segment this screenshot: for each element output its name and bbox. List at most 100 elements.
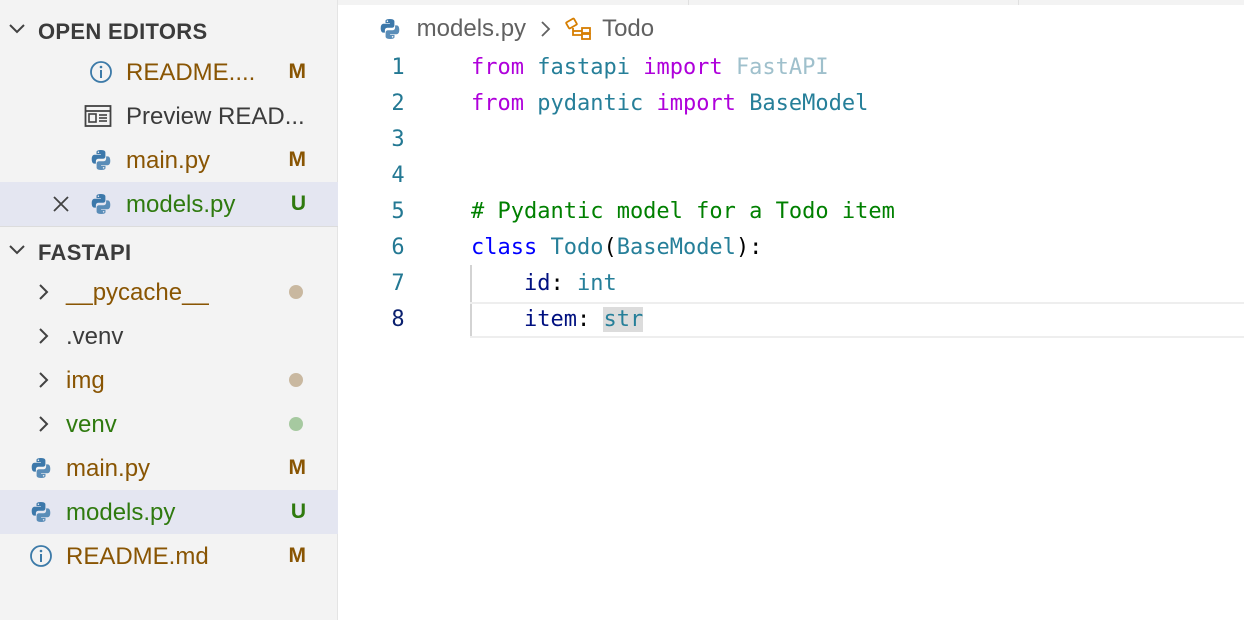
code-token: pydantic <box>537 91 644 116</box>
code-text: from pydantic import BaseModel <box>471 86 868 122</box>
open-editors-title: OPEN EDITORS <box>38 19 208 44</box>
git-untracked-dot <box>289 417 303 431</box>
python-icon <box>380 18 400 39</box>
code-token: Todo <box>550 235 604 260</box>
line-number: 1 <box>391 55 405 80</box>
code-token: : <box>550 271 577 296</box>
open-editors-header[interactable]: OPEN EDITORS <box>0 6 338 50</box>
git-status-badge: U <box>290 500 306 523</box>
python-icon <box>31 502 51 522</box>
tree-item-models-py[interactable]: models.py U <box>0 490 338 534</box>
open-editor-readme[interactable]: README.... M <box>0 50 338 94</box>
open-editor-label: main.py <box>126 147 211 174</box>
code-token: # Pydantic model for a Todo item <box>471 199 895 224</box>
code-text: item: str <box>471 302 644 338</box>
python-icon <box>31 458 51 478</box>
git-status-badge: M <box>288 544 307 567</box>
code-token: id <box>523 271 551 296</box>
git-status-badge: M <box>288 456 307 479</box>
tree-item-label: __pycache__ <box>66 279 209 306</box>
tree-item-pycache[interactable]: __pycache__ <box>0 270 338 314</box>
git-modified-dot <box>289 373 303 387</box>
code-line[interactable]: 2 from pydantic import BaseModel <box>338 86 1244 122</box>
tree-item-readme[interactable]: README.md M <box>0 534 338 578</box>
code-token: fastapi <box>537 55 630 80</box>
breadcrumb-symbol[interactable]: Todo <box>602 15 654 42</box>
code-text: id: int <box>471 266 617 302</box>
code-text: class Todo(BaseModel): <box>471 230 762 266</box>
tree-item-label: .venv <box>66 323 124 350</box>
code-line[interactable]: 7 id: int <box>338 266 1244 302</box>
tree-item-label: venv <box>66 411 117 438</box>
line-number: 5 <box>391 199 405 224</box>
code-line[interactable]: 3 <box>338 122 1244 158</box>
code-line[interactable]: 5 # Pydantic model for a Todo item <box>338 194 1244 230</box>
open-editor-label: README.... <box>126 59 256 86</box>
open-editor-preview-readme[interactable]: Preview READ... <box>0 94 338 138</box>
code-token: int <box>576 271 617 296</box>
code-token: ): <box>735 235 763 260</box>
chevron-down-icon <box>9 245 25 255</box>
code-token: item <box>523 307 577 332</box>
tree-item-label: models.py <box>66 499 176 526</box>
open-editor-main-py[interactable]: main.py M <box>0 138 338 182</box>
breadcrumb-file[interactable]: models.py <box>417 15 526 42</box>
tree-item-main-py[interactable]: main.py M <box>0 446 338 490</box>
chevron-right-icon <box>39 284 49 300</box>
code-token: str <box>603 307 644 332</box>
tree-item-dotvenv[interactable]: .venv <box>0 314 338 358</box>
chevron-right-icon <box>39 416 49 432</box>
preview-icon <box>84 105 112 127</box>
code-token: BaseModel <box>749 91 869 116</box>
code-token: BaseModel <box>616 235 736 260</box>
code-area[interactable]: 1 from fastapi import FastAPI 2 from pydant… <box>338 50 1244 338</box>
code-line[interactable]: 1 from fastapi import FastAPI <box>338 50 1244 86</box>
code-editor[interactable]: models.py Todo 1 from fastapi import Fast… <box>338 0 1244 620</box>
info-icon <box>30 545 52 567</box>
close-icon[interactable] <box>50 193 72 215</box>
workspace-folder-header[interactable]: FASTAPI <box>0 227 338 271</box>
explorer-sidebar: OPEN EDITORS README.... M Preview READ..… <box>0 0 338 620</box>
tree-item-img[interactable]: img <box>0 358 338 402</box>
code-token: : <box>576 307 604 332</box>
git-status-badge: M <box>288 148 307 171</box>
line-number: 7 <box>391 271 405 296</box>
code-token: FastAPI <box>735 55 829 80</box>
git-modified-dot <box>289 285 303 299</box>
line-number: 6 <box>391 235 405 260</box>
python-icon <box>91 194 111 214</box>
code-token: import <box>656 91 736 116</box>
code-line[interactable]: 8 item: str <box>338 302 1244 338</box>
tree-item-venv[interactable]: venv <box>0 402 338 446</box>
chevron-right-icon <box>39 372 49 388</box>
open-editor-label: models.py <box>126 191 236 218</box>
symbol-class-icon <box>565 17 592 40</box>
code-token: class <box>471 235 538 260</box>
line-number: 2 <box>391 91 405 116</box>
chevron-right-icon <box>541 21 551 37</box>
code-token: from <box>471 55 524 80</box>
open-editor-models-py[interactable]: models.py U <box>0 182 338 226</box>
tree-item-label: main.py <box>66 455 151 482</box>
chevron-right-icon <box>39 328 49 344</box>
code-token: ( <box>603 235 617 260</box>
tab-strip-edge <box>338 0 1244 5</box>
line-number: 8 <box>391 307 405 332</box>
code-line[interactable]: 6 class Todo(BaseModel): <box>338 230 1244 266</box>
breadcrumb: models.py Todo <box>378 14 654 44</box>
line-number: 4 <box>391 163 405 188</box>
code-line[interactable]: 4 <box>338 158 1244 194</box>
tree-item-label: README.md <box>66 543 209 570</box>
info-icon <box>90 61 112 83</box>
tree-item-label: img <box>66 367 105 394</box>
git-status-badge: M <box>288 60 307 83</box>
git-status-badge: U <box>290 192 306 215</box>
